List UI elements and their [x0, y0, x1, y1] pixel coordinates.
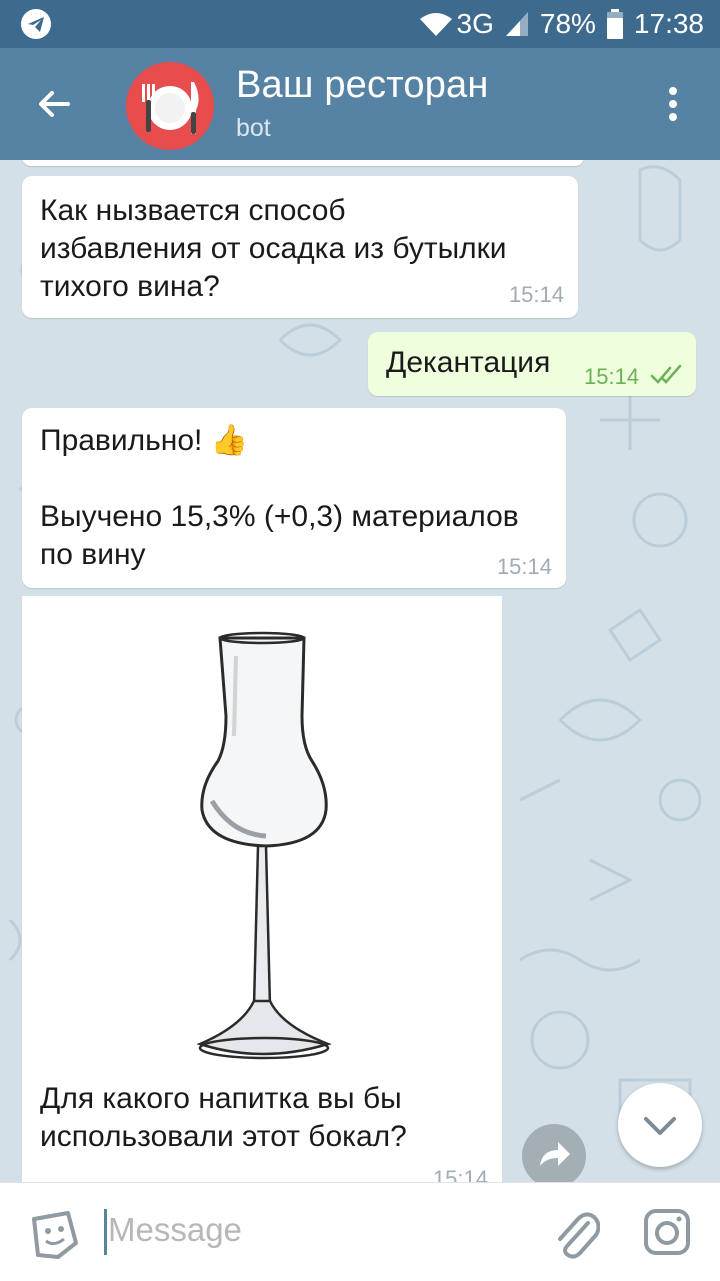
emoji-sticker-icon[interactable] [28, 1209, 80, 1261]
more-vertical-icon[interactable] [668, 86, 678, 122]
chat-header: Ваш ресторан bot [0, 48, 720, 160]
share-icon [540, 1142, 570, 1166]
read-checkmarks-icon [650, 364, 682, 384]
message-time: 15:14 [508, 282, 564, 307]
message-input[interactable]: Message [108, 1211, 242, 1249]
status-bar: 3G 78% 17:38 [0, 0, 720, 48]
avatar[interactable] [126, 62, 214, 150]
text-cursor [104, 1209, 107, 1255]
message-text: Как нызвается способ избавления от осадк… [40, 194, 507, 303]
message-time: 15:14 [496, 554, 552, 579]
message-time: 15:14 [584, 364, 640, 389]
outgoing-message[interactable]: Декантация 15:14 [368, 332, 696, 396]
chevron-down-icon [644, 1117, 676, 1135]
network-type: 3G [456, 8, 494, 39]
chat-subtitle: bot [236, 114, 271, 142]
camera-icon[interactable] [642, 1207, 692, 1257]
message-time: 15:14 [432, 1166, 488, 1182]
back-arrow-icon[interactable] [34, 84, 74, 124]
incoming-message[interactable]: Как нызвается способ избавления от осадк… [22, 176, 578, 318]
battery-percent: 78% [539, 8, 596, 39]
paperclip-icon[interactable] [552, 1205, 600, 1261]
signal-icon [505, 12, 528, 36]
chat-title[interactable]: Ваш ресторан [236, 64, 489, 107]
incoming-photo-message[interactable]: Для какого напитка вы бы использовали эт… [22, 596, 502, 1182]
share-button[interactable] [522, 1124, 586, 1188]
grappa-glass-image[interactable] [22, 596, 502, 1076]
chat-area[interactable]: Как нызвается способ избавления от осадк… [0, 160, 720, 1182]
telegram-icon [21, 9, 51, 39]
wifi-icon [419, 13, 452, 36]
message-text: Для какого напитка вы бы использовали эт… [40, 1082, 407, 1153]
restaurant-logo [126, 62, 214, 150]
scroll-down-button[interactable] [618, 1083, 702, 1167]
message-text: Правильно! 👍 Выучено 15,3% (+0,3) матери… [40, 424, 519, 571]
clock: 17:38 [633, 8, 704, 39]
incoming-message[interactable]: Правильно! 👍 Выучено 15,3% (+0,3) матери… [22, 408, 566, 588]
message-input-bar: Message [0, 1182, 720, 1281]
message-text: Декантация [386, 346, 551, 379]
battery-icon [606, 9, 623, 39]
message-bubble-partial [22, 160, 584, 166]
